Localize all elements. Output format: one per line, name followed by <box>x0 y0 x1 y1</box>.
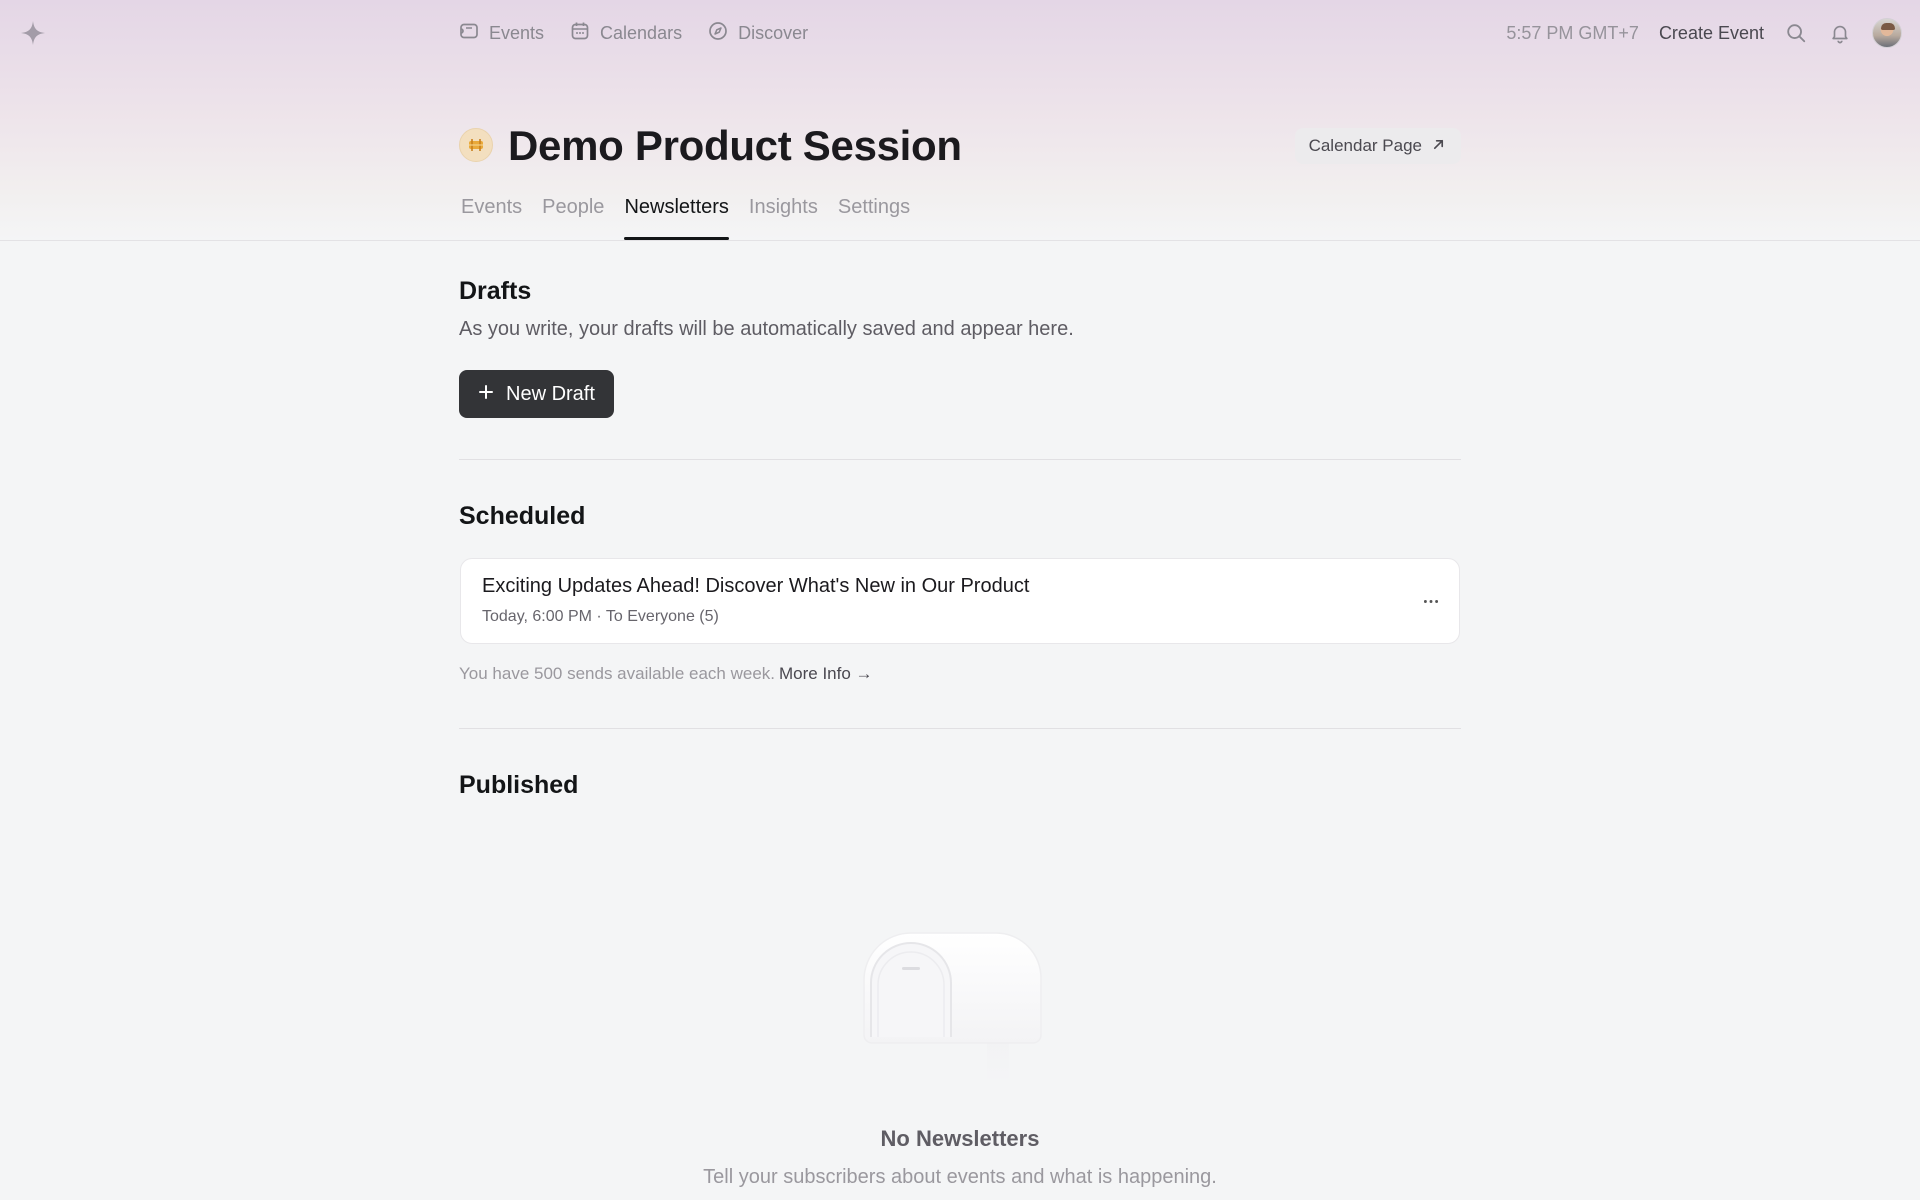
published-heading: Published <box>459 771 579 799</box>
tabs-divider <box>0 240 1920 241</box>
drafts-description: As you write, your drafts will be automa… <box>459 318 1074 340</box>
plus-icon <box>478 383 494 406</box>
calendar-header: Demo Product Session Calendar Page <box>459 122 1461 172</box>
drafts-heading: Drafts <box>459 277 532 305</box>
scheduled-newsletter-card[interactable]: Exciting Updates Ahead! Discover What's … <box>460 558 1460 644</box>
tab-events[interactable]: Events <box>461 196 522 240</box>
top-navigation-bar: Events Calendars Discover 5:57 PM GMT+7 … <box>0 0 1920 66</box>
page-title: Demo Product Session <box>508 122 962 169</box>
ticket-icon <box>459 21 479 46</box>
newsletter-title: Exciting Updates Ahead! Discover What's … <box>482 575 1030 597</box>
calendar-avatar-icon <box>459 128 493 162</box>
avatar[interactable] <box>1872 18 1902 48</box>
search-icon[interactable] <box>1784 21 1808 45</box>
calendar-page-label: Calendar Page <box>1308 136 1422 155</box>
mailbox-illustration <box>856 925 1046 1085</box>
nav-events-label: Events <box>489 22 545 43</box>
section-divider <box>459 459 1461 460</box>
sends-available-note: You have 500 sends available each week. M… <box>459 664 873 684</box>
calendar-tabs: Events People Newsletters Insights Setti… <box>461 196 910 240</box>
nav-discover[interactable]: Discover <box>708 21 808 46</box>
nav-calendars-label: Calendars <box>600 22 683 43</box>
calendar-page-button[interactable]: Calendar Page <box>1294 128 1461 164</box>
newsletter-schedule-meta: Today, 6:00 PM · To Everyone (5) <box>482 608 719 625</box>
empty-state-description: Tell your subscribers about events and w… <box>703 1166 1217 1188</box>
tab-insights[interactable]: Insights <box>749 196 818 240</box>
nav-calendars[interactable]: Calendars <box>570 21 682 46</box>
bell-icon[interactable] <box>1828 21 1852 45</box>
clock-text: 5:57 PM GMT+7 <box>1506 22 1639 43</box>
new-draft-label: New Draft <box>506 382 595 405</box>
more-info-link[interactable]: More Info → <box>779 664 873 683</box>
tab-newsletters[interactable]: Newsletters <box>624 196 730 240</box>
sends-note-text: You have 500 sends available each week. <box>459 664 775 683</box>
top-right-actions: 5:57 PM GMT+7 Create Event <box>1506 0 1902 66</box>
compass-icon <box>708 21 728 46</box>
more-options-icon[interactable] <box>1417 589 1445 613</box>
tab-people[interactable]: People <box>542 196 604 240</box>
create-event-link[interactable]: Create Event <box>1659 23 1764 44</box>
scheduled-heading: Scheduled <box>459 502 586 530</box>
new-draft-button[interactable]: New Draft <box>459 370 614 418</box>
nav-discover-label: Discover <box>738 22 809 43</box>
calendar-icon <box>570 21 590 46</box>
empty-state-title: No Newsletters <box>880 1126 1040 1151</box>
arrow-up-right-icon <box>1432 136 1445 156</box>
nav-events[interactable]: Events <box>459 21 544 46</box>
section-divider <box>459 728 1461 729</box>
main-nav: Events Calendars Discover <box>459 0 808 66</box>
tab-settings[interactable]: Settings <box>838 196 910 240</box>
sparkle-icon[interactable] <box>20 20 46 46</box>
